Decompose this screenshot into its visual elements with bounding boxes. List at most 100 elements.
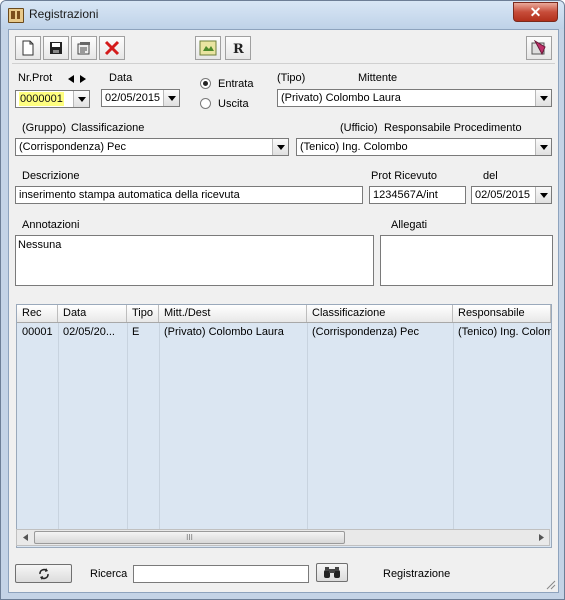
data-label: Data [109, 72, 133, 84]
col-header-rec[interactable]: Rec [17, 305, 58, 322]
status-label: Registrazione [383, 568, 451, 580]
exit-door-icon [531, 40, 546, 56]
nrprot-label: Nr.Prot [18, 72, 53, 84]
classificazione-label: Classificazione [71, 122, 145, 134]
properties-button[interactable] [71, 36, 97, 60]
exit-button[interactable] [526, 36, 552, 60]
save-button[interactable] [43, 36, 69, 60]
grid-column-divider [159, 323, 160, 545]
floppy-save-icon [50, 42, 62, 54]
responsabile-label: Responsabile Procedimento [384, 122, 522, 134]
classificazione-value: (Corrispondenza) Pec [19, 141, 126, 153]
refresh-button[interactable] [15, 564, 72, 583]
responsabile-value: (Tenico) Ing. Colombo [300, 141, 408, 153]
cell-rec: 00001 [22, 326, 53, 338]
prev-record-button[interactable] [65, 72, 76, 85]
col-header-responsabile[interactable]: Responsabile [453, 305, 551, 322]
scroll-thumb[interactable]: III [34, 531, 345, 544]
annotazioni-label: Annotazioni [22, 219, 80, 231]
main-window: Registrazioni ✕ R Nr.Prot 0000001 Data 0… [0, 0, 565, 600]
records-grid[interactable]: Rec Data Tipo Mitt./Dest Classificazione… [16, 304, 552, 548]
allegati-label: Allegati [391, 219, 428, 231]
del-label: del [483, 170, 498, 182]
descrizione-label: Descrizione [22, 170, 80, 182]
cell-mittdest: (Privato) Colombo Laura [164, 326, 284, 338]
delete-x-icon [104, 40, 120, 56]
nrprot-combo[interactable]: 0000001 [15, 90, 90, 108]
scroll-left-button[interactable] [17, 530, 33, 545]
allegati-box[interactable] [380, 235, 553, 286]
entrata-radio[interactable] [200, 78, 211, 89]
app-book-icon [8, 8, 24, 23]
chevron-down-icon[interactable] [163, 90, 179, 106]
del-value: 02/05/2015 [475, 189, 531, 201]
grid-column-divider [307, 323, 308, 545]
client-area: R Nr.Prot 0000001 Data 02/05/2015 Entrat… [8, 29, 559, 593]
data-value: 02/05/2015 [105, 92, 161, 104]
close-button[interactable]: ✕ [513, 2, 558, 22]
ufficio-label: (Ufficio) [340, 122, 378, 134]
title-bar[interactable]: Registrazioni ✕ [1, 1, 564, 29]
cell-classificazione: (Corrispondenza) Pec [312, 326, 419, 338]
protric-input[interactable]: 1234567A/int [369, 186, 466, 204]
scroll-right-icon [538, 534, 544, 541]
arrow-right-icon [79, 74, 86, 83]
gruppo-label: (Gruppo) [22, 122, 67, 134]
tipo-label: (Tipo) [277, 72, 306, 84]
entrata-label: Entrata [218, 78, 254, 90]
col-header-data[interactable]: Data [58, 305, 127, 322]
grid-column-divider [453, 323, 454, 545]
cell-responsabile: (Tenico) Ing. Colomb [458, 326, 551, 338]
annotazioni-textarea[interactable]: Nessuna [15, 235, 374, 286]
ricerca-input[interactable] [133, 565, 309, 583]
uscita-radio[interactable] [200, 98, 211, 109]
new-button[interactable] [15, 36, 41, 60]
print-receipt-button[interactable] [195, 36, 221, 60]
toolbar: R [12, 33, 555, 64]
properties-icon [77, 42, 90, 55]
arrow-left-icon [67, 74, 74, 83]
ricerca-label: Ricerca [90, 568, 128, 580]
cell-tipo: E [132, 326, 140, 338]
responsabile-combo[interactable]: (Tenico) Ing. Colombo [296, 138, 552, 156]
binoculars-icon [324, 567, 340, 578]
chevron-down-icon[interactable] [272, 139, 288, 155]
cell-data: 02/05/20... [63, 326, 115, 338]
chevron-down-icon[interactable] [535, 90, 551, 106]
del-combo[interactable]: 02/05/2015 [471, 186, 552, 204]
mittente-value: (Privato) Colombo Laura [281, 92, 401, 104]
uscita-label: Uscita [218, 98, 249, 110]
grid-column-divider [127, 323, 128, 545]
grid-column-divider [58, 323, 59, 545]
window-title: Registrazioni [29, 7, 99, 21]
grid-header: Rec Data Tipo Mitt./Dest Classificazione… [17, 305, 551, 323]
report-button[interactable]: R [225, 36, 251, 60]
table-row[interactable]: 00001 02/05/20... E (Privato) Colombo La… [17, 323, 551, 341]
new-document-icon [22, 40, 34, 56]
search-button[interactable] [316, 563, 348, 582]
scroll-left-icon [22, 534, 28, 541]
mittente-label: Mittente [358, 72, 398, 84]
horizontal-scrollbar[interactable]: III [16, 529, 550, 546]
col-header-classificazione[interactable]: Classificazione [307, 305, 453, 322]
col-header-tipo[interactable]: Tipo [127, 305, 159, 322]
chevron-down-icon[interactable] [535, 139, 551, 155]
report-r-icon: R [233, 42, 244, 56]
receipt-print-icon [199, 40, 217, 56]
data-combo[interactable]: 02/05/2015 [101, 89, 180, 107]
chevron-down-icon[interactable] [535, 187, 551, 203]
refresh-icon [38, 567, 49, 580]
scroll-grip: III [186, 533, 193, 542]
next-record-button[interactable] [77, 72, 88, 85]
svg-text:R: R [233, 42, 244, 56]
scroll-right-button[interactable] [533, 530, 549, 545]
protric-label: Prot Ricevuto [371, 170, 438, 182]
mittente-combo[interactable]: (Privato) Colombo Laura [277, 89, 552, 107]
resize-grip-icon[interactable] [544, 578, 556, 590]
descrizione-input[interactable]: inserimento stampa automatica della rice… [15, 186, 363, 204]
nrprot-value: 0000001 [19, 92, 64, 106]
col-header-mittdest[interactable]: Mitt./Dest [159, 305, 307, 322]
delete-button[interactable] [99, 36, 125, 60]
chevron-down-icon[interactable] [73, 91, 89, 107]
classificazione-combo[interactable]: (Corrispondenza) Pec [15, 138, 289, 156]
